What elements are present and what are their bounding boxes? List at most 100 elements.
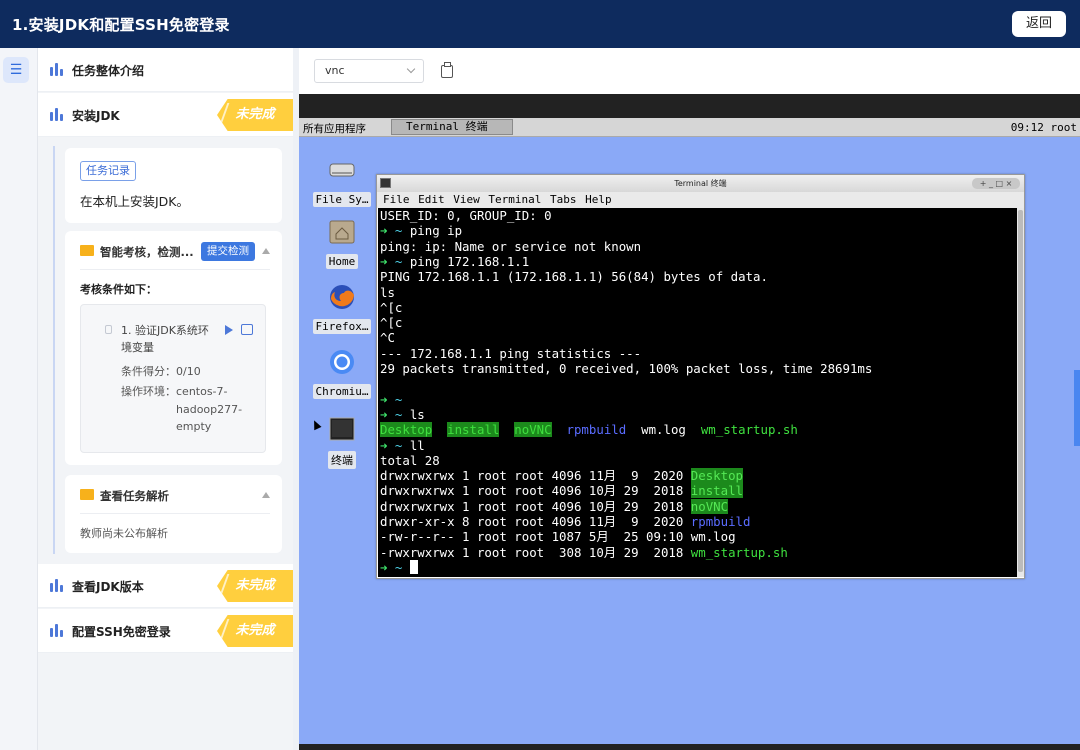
terminal-line: ➜ ~	[380, 391, 403, 407]
terminal-scrollbar[interactable]	[1017, 208, 1024, 577]
bar-chart-icon	[50, 108, 64, 121]
collapse-caret-icon[interactable]	[262, 492, 270, 498]
terminal-icon	[380, 178, 391, 188]
vnc-toolbar: vnc	[299, 48, 1080, 94]
chevron-down-icon	[406, 64, 416, 74]
terminal-icon	[329, 417, 355, 441]
clipboard-icon[interactable]	[441, 62, 453, 78]
back-button[interactable]: 返回	[1012, 11, 1066, 37]
terminal-line: 29 packets transmitted, 0 received, 100%…	[380, 361, 873, 376]
task-row-ssh[interactable]: 配置SSH免密登录 未完成	[38, 609, 293, 653]
conditions-title: 考核条件如下：	[80, 283, 157, 296]
terminal-line: ^[c	[380, 299, 403, 315]
env-value: centos-7-hadoop277-empty	[176, 385, 243, 433]
task-record-card: 任务记录 在本机上安装JDK。	[65, 148, 282, 223]
terminal-line: ^C	[380, 330, 395, 346]
task-record-tag: 任务记录	[80, 161, 136, 181]
terminal-screen[interactable]: USER_ID: 0, GROUP_ID: 0 ➜ ~ ping ip ping…	[378, 208, 1017, 577]
task-record-text: 在本机上安装JDK。	[80, 194, 190, 209]
analysis-text: 教师尚未公布解析	[80, 527, 168, 540]
terminal-window[interactable]: Terminal 终端 + _ □ × File Edit View Termi…	[376, 174, 1025, 579]
window-controls[interactable]: + _ □ ×	[972, 178, 1020, 189]
score-value: 0/10	[176, 365, 201, 378]
terminal-line: ➜ ~ ll	[380, 437, 425, 453]
task-overview-label: 任务整体介绍	[72, 64, 145, 78]
terminal-menu: File Edit View Terminal Tabs Help	[377, 192, 1024, 208]
task-row-install-jdk[interactable]: 安装JDK 未完成	[38, 93, 293, 137]
desktop-icon-home[interactable]: Home	[311, 218, 373, 269]
terminal-line: -rw-r--r-- 1 root root 1087 5月 25 09:10 …	[380, 529, 736, 545]
status-badge: 未完成	[217, 615, 293, 647]
bar-chart-icon	[50, 63, 64, 76]
condition-box: 1. 验证JDK系统环境变量 条件得分：0/10 操作环境： centos-7-…	[80, 304, 266, 453]
apps-menu[interactable]: 所有应用程序	[303, 121, 366, 136]
desktop-icon-filesystem[interactable]: File Sy…	[311, 156, 373, 207]
menu-file[interactable]: File	[383, 193, 410, 206]
menu-tabs[interactable]: Tabs	[550, 193, 577, 206]
flag-icon	[80, 489, 94, 500]
folder-icon[interactable]	[241, 324, 253, 335]
terminal-line: -rwxrwxrwx 1 root root 308 10月 29 2018 w…	[380, 544, 788, 560]
terminal-line: ^[c	[380, 315, 403, 331]
terminal-line: ping: ip: Name or service not known	[380, 238, 642, 254]
desktop-icon-label: Home	[325, 254, 359, 269]
check-card: 智能考核，检测... 提交检测 考核条件如下： 1. 验证JDK系统环境变量 条…	[65, 231, 282, 465]
terminal-line: ls	[380, 284, 395, 300]
terminal-line: drwxrwxrwx 1 root root 4096 11月 9 2020 D…	[380, 468, 744, 484]
terminal-prompt[interactable]: ➜ ~	[380, 559, 418, 575]
desktop-icon-label: Firefox…	[312, 319, 372, 334]
flag-icon	[80, 245, 94, 256]
vnc-desktop[interactable]: 所有应用程序 Terminal 终端 09:12 root File Sy… H…	[299, 94, 1080, 750]
terminal-line: --- 172.168.1.1 ping statistics ---	[380, 345, 642, 361]
terminal-line: drwxrwxrwx 1 root root 4096 10月 29 2018 …	[380, 483, 744, 499]
desktop-icon-label: File Sy…	[312, 192, 372, 207]
firefox-icon	[330, 285, 354, 309]
analysis-title: 查看任务解析	[100, 489, 169, 503]
top-bar: 1.安装JDK和配置SSH免密登录 返回	[0, 0, 1080, 48]
panel-clock: 09:12 root	[1010, 121, 1077, 134]
menu-help[interactable]: Help	[585, 193, 612, 206]
page-title: 1.安装JDK和配置SSH免密登录	[12, 16, 230, 34]
side-drawer-handle[interactable]	[1074, 370, 1080, 446]
terminal-line: ➜ ~ ls	[380, 406, 425, 422]
bar-chart-icon	[50, 624, 64, 637]
left-rail: ☰	[0, 48, 38, 750]
drive-icon	[329, 163, 355, 177]
timeline-line	[53, 146, 55, 554]
submit-check-button[interactable]: 提交检测	[201, 242, 255, 261]
terminal-line: drwxr-xr-x 8 root root 4096 11月 9 2020 r…	[380, 514, 751, 529]
bar-chart-icon	[50, 579, 64, 592]
menu-terminal[interactable]: Terminal	[488, 193, 541, 206]
lock-icon	[105, 325, 112, 334]
task-list-icon[interactable]: ☰	[3, 57, 29, 83]
chromium-icon	[330, 350, 354, 374]
terminal-line: total 28	[380, 452, 440, 468]
menu-view[interactable]: View	[453, 193, 480, 206]
env-label: 操作环境：	[121, 385, 176, 398]
connection-select-value: vnc	[325, 64, 345, 77]
analysis-card: 查看任务解析 教师尚未公布解析	[65, 475, 282, 553]
terminal-line: PING 172.168.1.1 (172.168.1.1) 56(84) by…	[380, 269, 768, 285]
menu-edit[interactable]: Edit	[418, 193, 445, 206]
terminal-line: drwxrwxrwx 1 root root 4096 10月 29 2018 …	[380, 498, 729, 514]
score-label: 条件得分：	[121, 365, 176, 378]
taskbar-terminal[interactable]: Terminal 终端	[391, 119, 513, 135]
home-folder-icon	[329, 220, 355, 244]
task-sidebar: 任务整体介绍 安装JDK 未完成 任务记录 在本机上安装JDK。 智能考核，检测…	[38, 48, 293, 750]
task-row-jdk-version[interactable]: 查看JDK版本 未完成	[38, 564, 293, 608]
task-label: 配置SSH免密登录	[72, 625, 171, 639]
task-label: 安装JDK	[72, 109, 120, 123]
terminal-line: ➜ ~ ping ip	[380, 223, 463, 239]
desktop-icon-firefox[interactable]: Firefox…	[311, 283, 373, 334]
task-overview-row[interactable]: 任务整体介绍	[38, 48, 293, 92]
terminal-line: ➜ ~ ping 172.168.1.1	[380, 253, 530, 269]
desktop-panel: 所有应用程序 Terminal 终端 09:12 root	[299, 118, 1080, 137]
collapse-caret-icon[interactable]	[262, 248, 270, 254]
status-badge: 未完成	[217, 570, 293, 602]
desktop-icon-chromium[interactable]: Chromiu…	[311, 348, 373, 399]
terminal-window-title: Terminal 终端	[674, 179, 727, 188]
connection-select[interactable]: vnc	[314, 59, 424, 83]
play-icon[interactable]	[225, 325, 233, 335]
check-title: 智能考核，检测...	[100, 245, 194, 259]
terminal-titlebar[interactable]: Terminal 终端 + _ □ ×	[377, 175, 1024, 192]
